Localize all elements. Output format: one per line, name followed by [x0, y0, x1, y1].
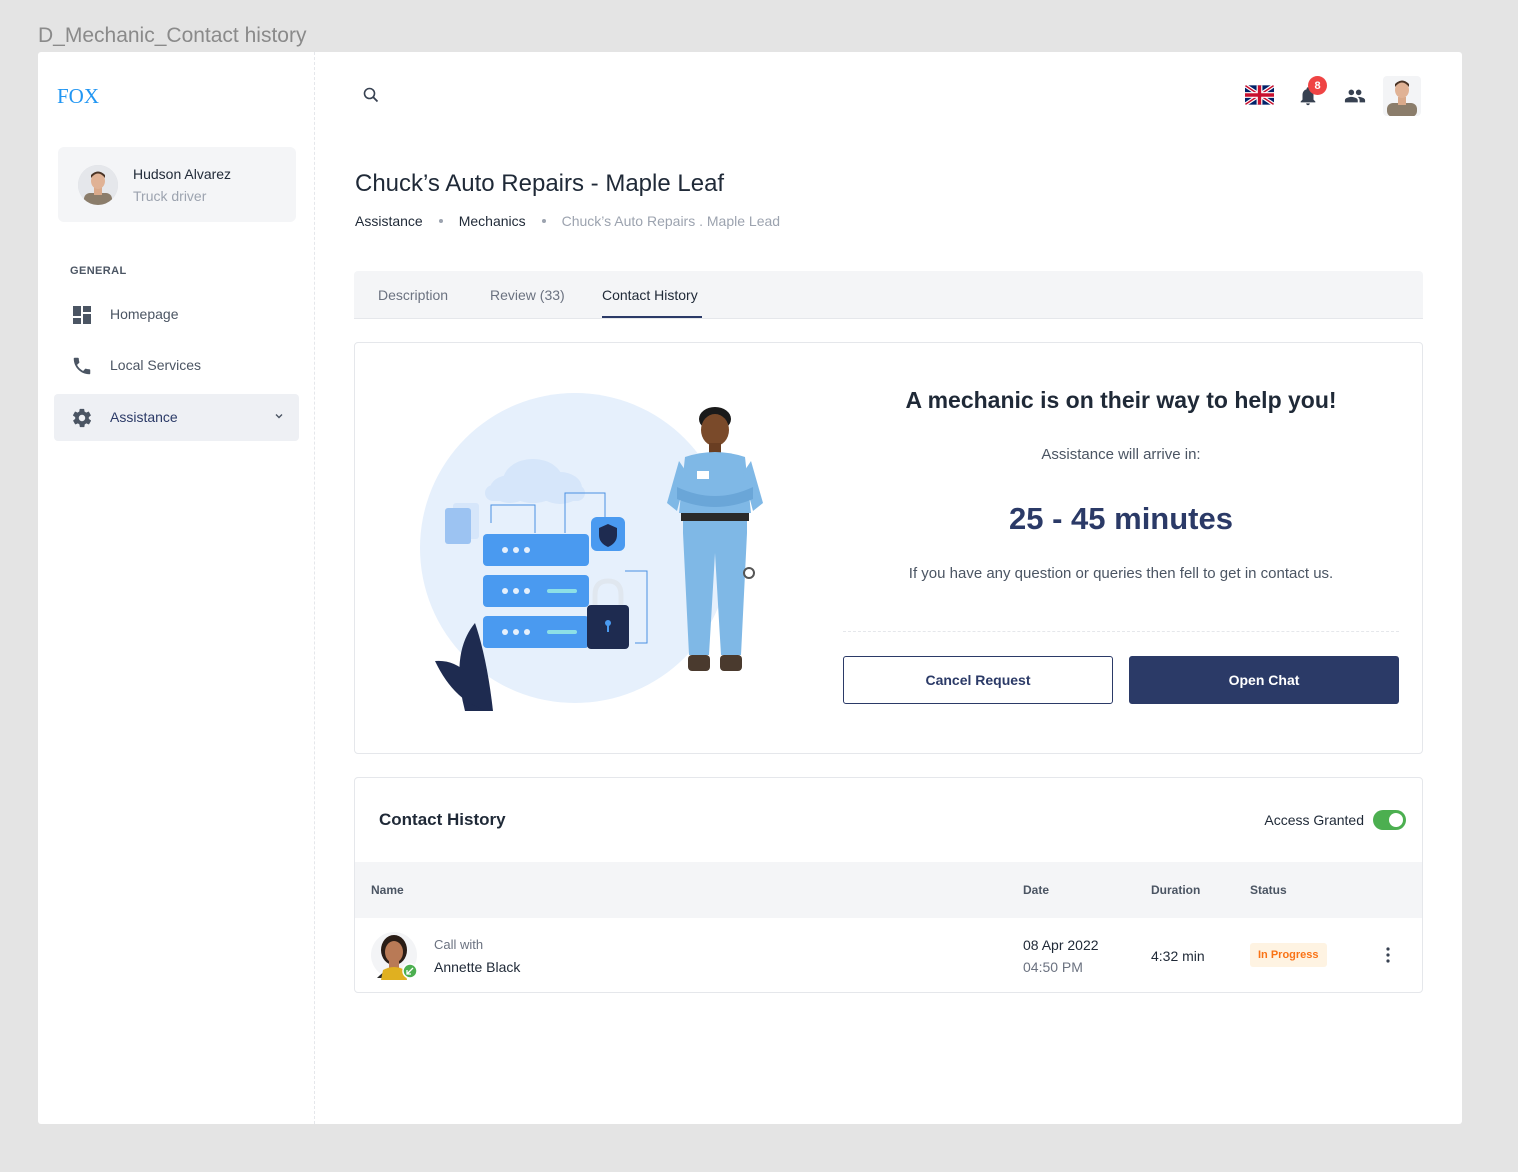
column-header-duration[interactable]: Duration: [1151, 883, 1200, 897]
sidebar-item-label: Homepage: [110, 306, 179, 322]
uk-flag-icon[interactable]: [1245, 85, 1274, 105]
contact-history-title: Contact History: [379, 810, 506, 829]
breadcrumb-separator: [438, 219, 443, 223]
breadcrumb: Assistance Mechanics Chuck’s Auto Repair…: [355, 213, 780, 229]
dashboard-icon: [73, 306, 91, 324]
column-header-date[interactable]: Date: [1023, 883, 1049, 897]
gear-icon: [72, 408, 92, 428]
app-window: FOX Hudson Alvarez Truck driver GENERAL: [38, 52, 1462, 1124]
status-badge: In Progress: [1250, 943, 1327, 967]
open-chat-button[interactable]: Open Chat: [1129, 656, 1399, 704]
eta-value: 25 - 45 minutes: [1009, 501, 1233, 536]
call-duration: 4:32 min: [1151, 948, 1205, 964]
assistance-status-card: A mechanic is on their way to help you! …: [354, 342, 1423, 754]
mechanic-illustration: [420, 393, 763, 711]
status-title: A mechanic is on their way to help you!: [905, 387, 1337, 413]
toggle-knob: [1389, 813, 1403, 827]
call-prefix: Call with: [434, 937, 484, 952]
user-card[interactable]: Hudson Alvarez Truck driver: [58, 147, 296, 222]
sidebar-item-label: Assistance: [110, 409, 178, 425]
breadcrumb-item-current: Chuck’s Auto Repairs . Maple Lead: [561, 213, 781, 229]
people-icon[interactable]: [1343, 85, 1367, 107]
phone-icon: [73, 357, 91, 375]
sidebar-item-label: Local Services: [110, 357, 202, 373]
frame-label: D_Mechanic_Contact history: [38, 24, 307, 47]
column-header-status[interactable]: Status: [1250, 883, 1287, 897]
search-icon[interactable]: [362, 86, 380, 104]
avatar: [78, 165, 118, 205]
sidebar-item-homepage[interactable]: Homepage: [54, 291, 299, 338]
active-tab-indicator: [602, 316, 702, 318]
status-subtitle: Assistance will arrive in:: [1041, 446, 1201, 463]
sidebar-item-local-services[interactable]: Local Services: [54, 342, 299, 389]
status-note: If you have any question or queries then…: [908, 565, 1334, 582]
avatar[interactable]: [1383, 76, 1421, 116]
column-header-name[interactable]: Name: [371, 883, 404, 897]
tab-contact-history[interactable]: Contact History: [602, 287, 698, 303]
logo[interactable]: FOX: [57, 84, 99, 109]
breadcrumb-separator: [541, 219, 546, 223]
contact-history-card: Contact History Access Granted Name Date…: [354, 777, 1423, 993]
breadcrumb-item-mechanics[interactable]: Mechanics: [459, 213, 526, 229]
table-row[interactable]: Call with Annette Black 08 Apr 2022 04:5…: [355, 918, 1422, 992]
notification-badge: 8: [1308, 76, 1327, 95]
sidebar: FOX Hudson Alvarez Truck driver GENERAL: [38, 52, 315, 1124]
call-time: 04:50 PM: [1023, 959, 1083, 975]
more-options-icon[interactable]: [1380, 944, 1396, 966]
tab-bar: Description Review (33) Contact History: [354, 271, 1423, 319]
user-name: Hudson Alvarez: [133, 166, 232, 182]
chevron-down-icon[interactable]: [273, 410, 285, 422]
breadcrumb-item-assistance[interactable]: Assistance: [355, 213, 423, 229]
call-date: 08 Apr 2022: [1023, 937, 1099, 953]
tab-description[interactable]: Description: [378, 287, 448, 303]
contact-avatar: [371, 932, 417, 980]
tab-review[interactable]: Review (33): [490, 287, 565, 303]
page-title: Chuck’s Auto Repairs - Maple Leaf: [355, 170, 725, 197]
access-granted-label: Access Granted: [1264, 812, 1364, 828]
user-role: Truck driver: [133, 188, 207, 204]
contact-name: Annette Black: [434, 959, 521, 975]
sidebar-item-assistance[interactable]: Assistance: [54, 394, 299, 441]
cancel-request-button[interactable]: Cancel Request: [843, 656, 1113, 704]
access-control: Access Granted: [1264, 810, 1406, 830]
access-granted-toggle[interactable]: [1373, 810, 1406, 830]
table-header: Name Date Duration Status: [355, 862, 1422, 918]
divider: [843, 631, 1399, 632]
section-label-general: GENERAL: [70, 265, 127, 277]
